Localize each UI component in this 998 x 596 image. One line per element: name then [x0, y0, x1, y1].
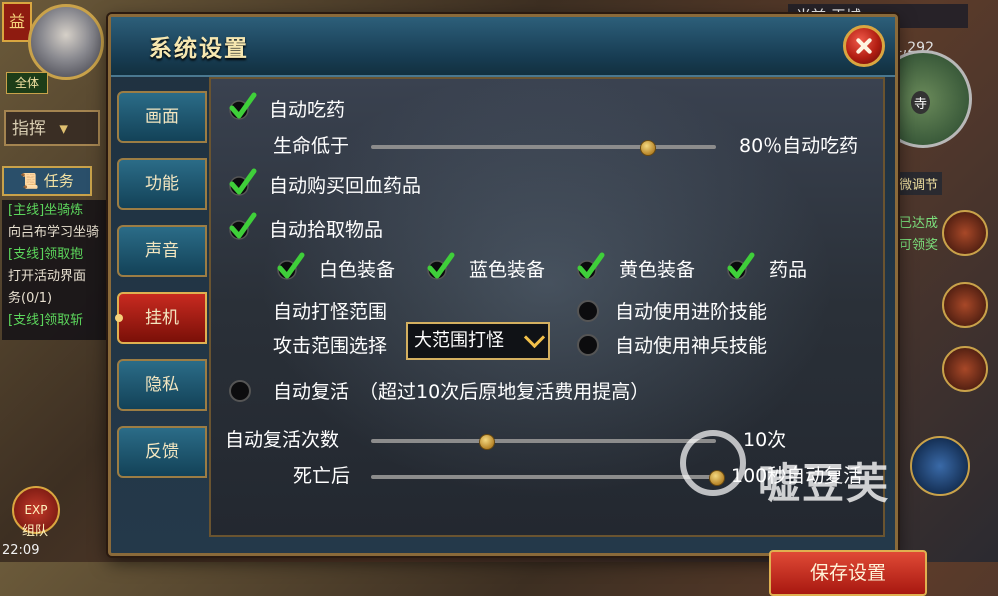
- task-text: 领取抱: [44, 247, 84, 262]
- close-button[interactable]: [843, 25, 885, 67]
- adjust-button[interactable]: 微调节: [894, 172, 942, 195]
- divine-skill-label: 自动使用神兵技能: [615, 335, 768, 357]
- attack-range-select[interactable]: 大范围打怪: [406, 322, 550, 360]
- after-death-value: 100秒自动复活: [731, 465, 863, 487]
- save-settings-button[interactable]: 保存设置: [769, 550, 927, 596]
- attack-skill-icon[interactable]: [910, 436, 970, 496]
- tab-privacy[interactable]: 隐私: [117, 359, 207, 411]
- player-avatar[interactable]: [28, 4, 104, 80]
- auto-pickup-row[interactable]: 自动拾取物品: [227, 212, 384, 242]
- auto-buy-checkbox[interactable]: [227, 168, 257, 198]
- revive-count-label: 自动复活次数: [225, 429, 340, 451]
- divine-skill-radio[interactable]: [577, 333, 599, 356]
- pickup-blue-row[interactable]: 蓝色装备: [425, 252, 546, 282]
- auto-potion-checkbox[interactable]: [227, 92, 257, 122]
- reward-note: 可领奖: [898, 238, 938, 253]
- task-text: 领取斩: [44, 313, 84, 328]
- tab-function[interactable]: 功能: [117, 158, 207, 210]
- revive-count-value: 10次: [743, 429, 787, 451]
- pickup-yellow-row[interactable]: 黄色装备: [575, 252, 696, 282]
- pickup-potion-row[interactable]: 药品: [725, 252, 808, 282]
- watermark-logo: [680, 430, 746, 496]
- pickup-potion-label: 药品: [769, 259, 808, 281]
- dragon-skill-icon[interactable]: [942, 210, 988, 256]
- fire-skill-icon[interactable]: [942, 346, 988, 392]
- tab-sound[interactable]: 声音: [117, 225, 207, 277]
- hp-below-value: 80％自动吃药: [739, 135, 859, 157]
- chevron-down-icon: [523, 326, 546, 349]
- divine-skill-row[interactable]: 自动使用神兵技能: [577, 331, 767, 358]
- list-item[interactable]: [支线]领取斩: [8, 310, 108, 332]
- after-death-label: 死亡后: [293, 465, 351, 487]
- pickup-white-checkbox[interactable]: [275, 252, 305, 282]
- auto-revive-note: （超过10次后原地复活费用提高）: [359, 381, 650, 403]
- pickup-yellow-checkbox[interactable]: [575, 252, 605, 282]
- hp-below-slider-handle[interactable]: [640, 140, 656, 156]
- revive-count-slider-handle[interactable]: [479, 434, 495, 450]
- auto-pickup-label: 自动拾取物品: [269, 219, 384, 241]
- auto-buy-row[interactable]: 自动购买回血药品: [227, 168, 422, 198]
- settings-tabs: 画面 功能 声音 挂机 隐私 反馈: [115, 91, 207, 493]
- command-button[interactable]: 指挥 ▾: [4, 110, 100, 146]
- task-tab-label: 任务: [43, 172, 74, 190]
- task-type: [支线]: [8, 247, 45, 262]
- team-label[interactable]: 组队: [22, 520, 48, 539]
- pickup-blue-label: 蓝色装备: [469, 259, 546, 281]
- auto-potion-label: 自动吃药: [269, 99, 346, 121]
- system-settings-dialog: 系统设置 画面 功能 声音 挂机 隐私 反馈 自动吃药 生命低于 80％自动吃药…: [108, 14, 927, 596]
- list-item[interactable]: [支线]领取抱: [8, 244, 108, 266]
- tab-auto-hunt[interactable]: 挂机: [115, 292, 207, 344]
- clock: 22:09: [2, 543, 40, 558]
- task-list[interactable]: [主线]坐骑炼 向吕布学习坐骑 [支线]领取抱 打开活动界面 务(0/1) [支…: [2, 200, 108, 340]
- pickup-blue-checkbox[interactable]: [425, 252, 455, 282]
- revive-count-slider[interactable]: [371, 434, 716, 450]
- task-text: 坐骑炼: [44, 203, 84, 218]
- task-text: 打开活动界面: [8, 269, 87, 284]
- advanced-skill-row[interactable]: 自动使用进阶技能: [577, 297, 767, 324]
- sword-skill-icon[interactable]: [942, 282, 988, 328]
- auto-revive-label: 自动复活: [273, 381, 350, 403]
- auto-revive-row[interactable]: 自动复活 （超过10次后原地复活费用提高）: [229, 377, 649, 404]
- scroll-icon: 📜: [20, 172, 39, 190]
- minimap-poi: 寺: [911, 91, 931, 114]
- auto-pickup-checkbox[interactable]: [227, 212, 257, 242]
- list-item[interactable]: 务(0/1): [8, 288, 108, 310]
- achievement-note: 已达成: [898, 216, 938, 231]
- list-item[interactable]: 打开活动界面: [8, 266, 108, 288]
- list-item[interactable]: [主线]坐骑炼: [8, 200, 108, 222]
- task-type: [主线]: [8, 203, 45, 218]
- list-item[interactable]: 向吕布学习坐骑: [8, 222, 108, 244]
- auto-fight-range-label: 自动打怪范围: [273, 301, 388, 323]
- after-death-slider[interactable]: [371, 470, 725, 486]
- auto-buy-label: 自动购买回血药品: [269, 175, 422, 197]
- task-text: 务(0/1): [8, 291, 53, 306]
- hp-below-slider[interactable]: [371, 140, 716, 156]
- auto-potion-row[interactable]: 自动吃药: [227, 92, 346, 122]
- advanced-skill-label: 自动使用进阶技能: [615, 301, 768, 323]
- command-label: 指挥: [12, 119, 46, 139]
- exp-label: EXP: [24, 503, 48, 517]
- attack-range-label: 攻击范围选择: [273, 335, 388, 357]
- hud-left: 益 全体 指挥 ▾ 📜 任务 [主线]坐骑炼 向吕布学习坐骑 [支线]领取抱 打…: [0, 0, 110, 562]
- tab-display[interactable]: 画面: [117, 91, 207, 143]
- task-type: [支线]: [8, 313, 45, 328]
- chevron-down-icon: ▾: [59, 119, 68, 139]
- advanced-skill-radio[interactable]: [577, 299, 599, 322]
- auto-hunt-panel: 自动吃药 生命低于 80％自动吃药 自动购买回血药品 自动拾取物品 白色装备 蓝…: [209, 77, 927, 596]
- dialog-header: 系统设置: [111, 17, 895, 77]
- dialog-title: 系统设置: [149, 35, 249, 62]
- attack-range-value: 大范围打怪: [414, 330, 504, 351]
- hp-below-label: 生命低于: [273, 135, 350, 157]
- tab-feedback[interactable]: 反馈: [117, 426, 207, 478]
- all-channel-tag[interactable]: 全体: [6, 72, 48, 94]
- task-text: 向吕布学习坐骑: [8, 225, 100, 240]
- task-tab[interactable]: 📜 任务: [2, 166, 92, 196]
- pickup-white-label: 白色装备: [319, 259, 396, 281]
- pickup-yellow-label: 黄色装备: [619, 259, 696, 281]
- pickup-potion-checkbox[interactable]: [725, 252, 755, 282]
- auto-revive-radio[interactable]: [229, 379, 251, 402]
- pickup-white-row[interactable]: 白色装备: [275, 252, 396, 282]
